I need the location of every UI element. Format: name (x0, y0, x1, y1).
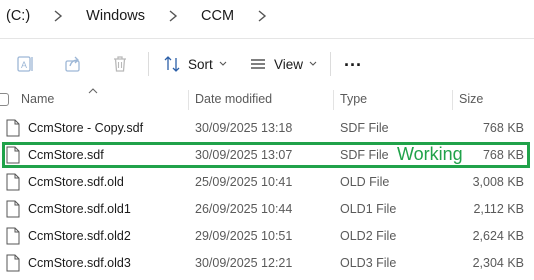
file-size: 3,008 KB (472, 174, 524, 189)
breadcrumb-ccm[interactable]: CCM (201, 8, 234, 24)
table-row[interactable]: CcmStore.sdf 30/09/2025 13:07 SDF File 7… (0, 141, 534, 168)
svg-text:A: A (21, 60, 27, 70)
file-date: 25/09/2025 10:41 (195, 174, 293, 189)
column-size[interactable]: Size (459, 88, 483, 110)
file-list: CcmStore - Copy.sdf 30/09/2025 13:18 SDF… (0, 114, 534, 276)
breadcrumb-windows[interactable]: Windows (86, 8, 145, 24)
column-divider[interactable] (452, 90, 453, 110)
sort-label: Sort (188, 56, 213, 72)
file-date: 26/09/2025 10:44 (195, 201, 293, 216)
file-type: OLD File (340, 174, 390, 189)
file-name: CcmStore.sdf.old (28, 174, 124, 189)
sort-ascending-icon (88, 80, 98, 102)
breadcrumb: (C:) Windows CCM (0, 0, 534, 32)
file-name-cell: CcmStore - Copy.sdf (6, 114, 143, 141)
file-size: 2,112 KB (473, 201, 524, 216)
file-icon (6, 119, 20, 136)
column-type[interactable]: Type (340, 88, 367, 110)
sort-button[interactable]: Sort (162, 53, 227, 75)
file-icon (6, 200, 20, 217)
sort-icon (164, 56, 180, 72)
table-row[interactable]: CcmStore.sdf.old2 29/09/2025 10:51 OLD2 … (0, 222, 534, 249)
file-size: 2,624 KB (472, 228, 524, 243)
file-icon (6, 254, 20, 271)
file-name: CcmStore.sdf (28, 147, 104, 162)
delete-icon[interactable] (110, 53, 130, 75)
file-name-cell: CcmStore.sdf.old2 (6, 222, 131, 249)
more-options-button[interactable]: ... (344, 49, 362, 71)
view-button[interactable]: View (248, 53, 317, 75)
file-icon (6, 173, 20, 190)
column-name[interactable]: Name (21, 88, 54, 110)
file-type: SDF File (340, 147, 389, 162)
file-name: CcmStore - Copy.sdf (28, 120, 144, 135)
file-date: 29/09/2025 10:51 (195, 228, 293, 243)
file-name-cell: CcmStore.sdf.old (6, 168, 124, 195)
view-label: View (274, 56, 304, 72)
file-name-cell: CcmStore.sdf.old1 (6, 195, 131, 222)
file-name: CcmStore.sdf.old2 (28, 228, 131, 243)
file-type: OLD2 File (340, 228, 397, 243)
table-row[interactable]: CcmStore - Copy.sdf 30/09/2025 13:18 SDF… (0, 114, 534, 141)
file-date: 30/09/2025 13:07 (195, 147, 293, 162)
select-all-checkbox[interactable] (0, 93, 9, 106)
chevron-right-icon[interactable] (53, 10, 63, 22)
file-name: CcmStore.sdf.old1 (28, 201, 131, 216)
file-name: CcmStore.sdf.old3 (28, 255, 131, 270)
table-row[interactable]: CcmStore.sdf.old 25/09/2025 10:41 OLD Fi… (0, 168, 534, 195)
file-date: 30/09/2025 12:21 (195, 255, 293, 270)
breadcrumb-drive[interactable]: (C:) (6, 8, 30, 24)
command-bar: A Sort View ... (0, 38, 534, 88)
chevron-right-icon[interactable] (257, 10, 267, 22)
chevron-down-icon (219, 61, 227, 66)
file-type: OLD1 File (340, 201, 397, 216)
table-row[interactable]: CcmStore.sdf.old1 26/09/2025 10:44 OLD1 … (0, 195, 534, 222)
file-size: 768 KB (482, 120, 524, 135)
toolbar-divider (330, 52, 331, 76)
file-size: 2,304 KB (472, 255, 524, 270)
file-icon (6, 146, 20, 163)
share-icon[interactable] (63, 53, 83, 75)
column-date-modified[interactable]: Date modified (195, 88, 272, 110)
file-date: 30/09/2025 13:18 (195, 120, 293, 135)
toolbar-divider (148, 52, 149, 76)
view-icon (251, 59, 265, 69)
chevron-down-icon (309, 61, 317, 66)
working-annotation: Working (397, 144, 463, 164)
file-icon (6, 227, 20, 244)
file-name-cell: CcmStore.sdf.old3 (6, 249, 131, 276)
file-name-cell: CcmStore.sdf (6, 141, 104, 168)
file-type: SDF File (340, 120, 389, 135)
column-divider[interactable] (188, 90, 189, 110)
table-row[interactable]: CcmStore.sdf.old3 30/09/2025 12:21 OLD3 … (0, 249, 534, 276)
column-header: Name Date modified Type Size (0, 88, 534, 110)
file-type: OLD3 File (340, 255, 397, 270)
rename-icon[interactable]: A (16, 53, 36, 75)
chevron-right-icon[interactable] (168, 10, 178, 22)
column-divider[interactable] (333, 90, 334, 110)
